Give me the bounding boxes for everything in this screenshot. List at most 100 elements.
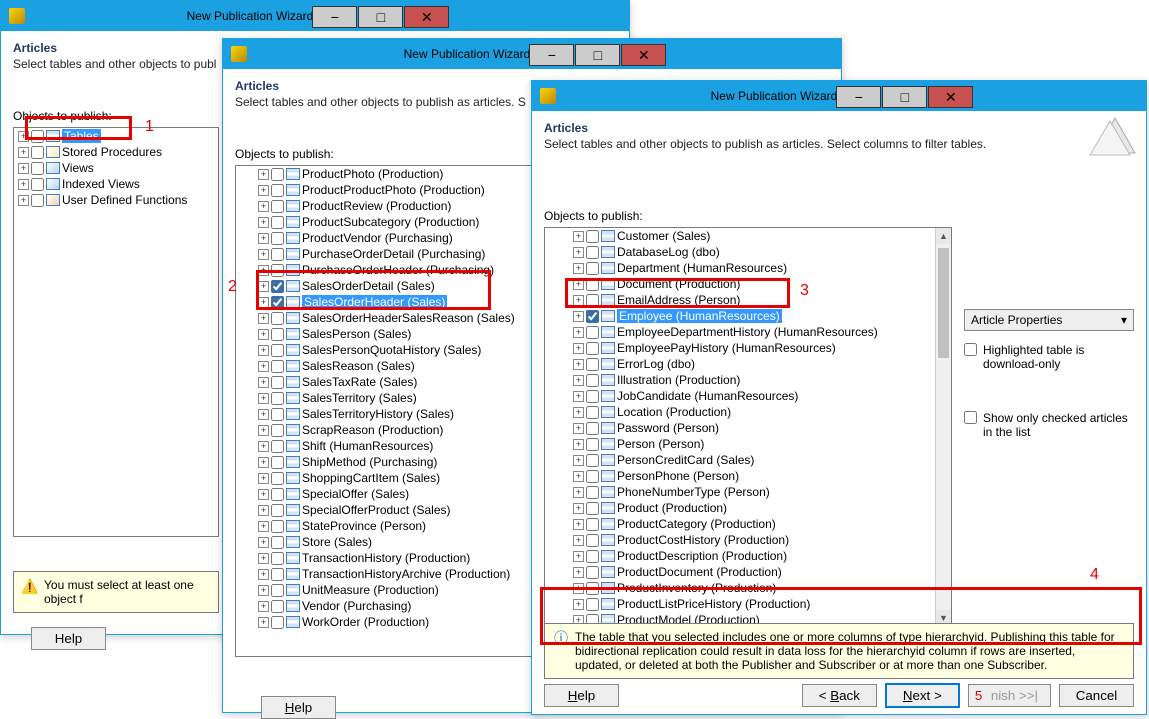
scroll-thumb[interactable] [938,248,949,358]
tree-item[interactable]: +PurchaseOrderHeader (Purchasing) [236,262,534,278]
tree-item[interactable]: +SpecialOfferProduct (Sales) [236,502,534,518]
checkbox[interactable] [271,184,284,197]
expand-icon[interactable]: + [258,377,269,388]
checkbox[interactable] [586,518,599,531]
tree-item[interactable]: +Customer (Sales) [545,228,951,244]
expand-icon[interactable]: + [258,409,269,420]
checkbox-download-only[interactable] [964,343,977,356]
help-button[interactable]: Help [31,627,106,650]
expand-icon[interactable]: + [573,391,584,402]
expand-icon[interactable]: + [258,393,269,404]
tree-item-sprocs[interactable]: + Stored Procedures [14,144,218,160]
tree-item[interactable]: +Shift (HumanResources) [236,438,534,454]
checkbox[interactable] [586,358,599,371]
tree-item[interactable]: +SpecialOffer (Sales) [236,486,534,502]
tree-item[interactable]: +ProductVendor (Purchasing) [236,230,534,246]
expand-icon[interactable]: + [18,179,29,190]
tree-item[interactable]: +PhoneNumberType (Person) [545,484,951,500]
help-button[interactable]: Help [544,684,619,707]
checkbox[interactable] [586,454,599,467]
tree-item[interactable]: +Store (Sales) [236,534,534,550]
tree-item[interactable]: +UnitMeasure (Production) [236,582,534,598]
checkbox[interactable] [586,278,599,291]
cancel-button[interactable]: Cancel [1059,684,1134,707]
expand-icon[interactable]: + [573,279,584,290]
expand-icon[interactable]: + [18,131,29,142]
close-button[interactable]: ✕ [404,6,449,28]
tree-item[interactable]: +ProductListPriceHistory (Production) [545,596,951,612]
show-only-checked-row[interactable]: Show only checked articles in the list [964,411,1134,439]
expand-icon[interactable]: + [258,569,269,580]
expand-icon[interactable]: + [573,359,584,370]
tree-item[interactable]: +PurchaseOrderDetail (Purchasing) [236,246,534,262]
checkbox-show-only-checked[interactable] [964,411,977,424]
expand-icon[interactable]: + [573,519,584,530]
expand-icon[interactable]: + [573,455,584,466]
expand-icon[interactable]: + [258,169,269,180]
checkbox[interactable] [271,456,284,469]
checkbox[interactable] [271,392,284,405]
expand-icon[interactable]: + [258,505,269,516]
checkbox[interactable] [271,488,284,501]
tree-item[interactable]: +ShoppingCartItem (Sales) [236,470,534,486]
minimize-button[interactable]: − [529,44,574,66]
titlebar[interactable]: New Publication Wizard − □ ✕ [223,39,841,69]
tree-item[interactable]: +PersonPhone (Person) [545,468,951,484]
expand-icon[interactable]: + [573,407,584,418]
tree-item[interactable]: +ProductDescription (Production) [545,548,951,564]
checkbox[interactable] [586,486,599,499]
tree-item[interactable]: +SalesTerritory (Sales) [236,390,534,406]
expand-icon[interactable]: + [258,249,269,260]
tree-item[interactable]: +Person (Person) [545,436,951,452]
checkbox[interactable] [271,552,284,565]
checkbox[interactable] [586,374,599,387]
minimize-button[interactable]: − [312,6,357,28]
expand-icon[interactable]: + [573,295,584,306]
tree-item-views[interactable]: + Views [14,160,218,176]
tree-item[interactable]: +Illustration (Production) [545,372,951,388]
tree-item[interactable]: +ProductCategory (Production) [545,516,951,532]
article-properties-dropdown[interactable]: Article Properties ▾ [964,309,1134,331]
checkbox[interactable] [271,472,284,485]
expand-icon[interactable]: + [18,163,29,174]
expand-icon[interactable]: + [573,439,584,450]
tree-item[interactable]: +DatabaseLog (dbo) [545,244,951,260]
checkbox[interactable] [586,326,599,339]
expand-icon[interactable]: + [258,313,269,324]
maximize-button[interactable]: □ [358,6,403,28]
tree-item[interactable]: +Password (Person) [545,420,951,436]
expand-icon[interactable]: + [258,425,269,436]
expand-icon[interactable]: + [258,553,269,564]
tree-item[interactable]: +SalesOrderHeaderSalesReason (Sales) [236,310,534,326]
checkbox[interactable] [31,130,44,143]
checkbox[interactable] [271,600,284,613]
tree-item-udf[interactable]: + User Defined Functions [14,192,218,208]
checkbox[interactable] [586,550,599,563]
checkbox[interactable] [271,520,284,533]
checkbox[interactable] [271,584,284,597]
expand-icon[interactable]: + [258,521,269,532]
checkbox[interactable] [271,280,284,293]
tree-item[interactable]: +SalesOrderDetail (Sales) [236,278,534,294]
checkbox[interactable] [271,328,284,341]
expand-icon[interactable]: + [573,535,584,546]
expand-icon[interactable]: + [18,147,29,158]
tree-item[interactable]: +SalesPerson (Sales) [236,326,534,342]
tree-item[interactable]: +SalesPersonQuotaHistory (Sales) [236,342,534,358]
tree-item-ixviews[interactable]: + Indexed Views [14,176,218,192]
tree-item[interactable]: +EmployeeDepartmentHistory (HumanResourc… [545,324,951,340]
tree-item[interactable]: +ShipMethod (Purchasing) [236,454,534,470]
expand-icon[interactable]: + [258,345,269,356]
checkbox[interactable] [271,264,284,277]
tree-item-tables[interactable]: + Tables [14,128,218,144]
expand-icon[interactable]: + [573,263,584,274]
tree-item[interactable]: +ProductProductPhoto (Production) [236,182,534,198]
tree-item[interactable]: +SalesOrderHeader (Sales) [236,294,534,310]
tree-item[interactable]: +SalesTaxRate (Sales) [236,374,534,390]
tree-item[interactable]: +SalesReason (Sales) [236,358,534,374]
expand-icon[interactable]: + [573,503,584,514]
tree-item[interactable]: +Document (Production) [545,276,951,292]
tree-item[interactable]: +Vendor (Purchasing) [236,598,534,614]
checkbox[interactable] [586,566,599,579]
tree-item[interactable]: +EmployeePayHistory (HumanResources) [545,340,951,356]
